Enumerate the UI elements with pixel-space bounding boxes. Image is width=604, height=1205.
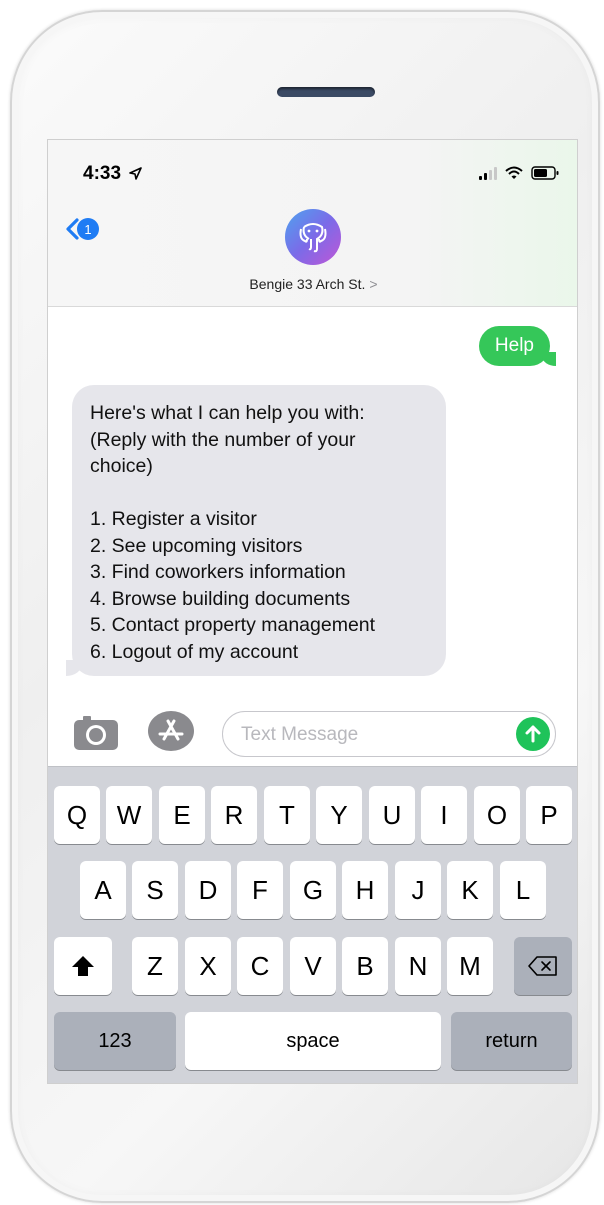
key-r[interactable]: R <box>211 786 257 844</box>
backspace-key[interactable] <box>514 937 572 995</box>
back-button[interactable]: 1 <box>65 218 99 240</box>
camera-icon <box>74 716 118 750</box>
key-o[interactable]: O <box>474 786 520 844</box>
key-a[interactable]: A <box>80 861 126 919</box>
menu-option-1: 1. Register a visitor <box>90 508 257 530</box>
unread-badge: 1 <box>77 218 99 240</box>
key-y[interactable]: Y <box>316 786 362 844</box>
key-l[interactable]: L <box>500 861 546 919</box>
message-input[interactable] <box>241 722 501 748</box>
status-time: 4:33 <box>83 163 143 185</box>
backspace-icon <box>528 956 557 976</box>
phone-speaker <box>277 87 375 97</box>
wifi-icon <box>505 166 523 179</box>
app-store-button[interactable] <box>148 711 194 751</box>
key-u[interactable]: U <box>369 786 415 844</box>
status-icons <box>479 166 559 180</box>
key-k[interactable]: K <box>447 861 493 919</box>
key-b[interactable]: B <box>342 937 388 995</box>
key-h[interactable]: H <box>342 861 388 919</box>
signal-icon <box>479 166 497 180</box>
send-arrow-icon <box>525 725 541 743</box>
outgoing-message[interactable]: Help <box>478 326 557 366</box>
message-text-field[interactable] <box>222 711 556 757</box>
key-m[interactable]: M <box>447 937 493 995</box>
numbers-key[interactable]: 123 <box>54 1012 176 1070</box>
messages-screen: 4:33 1 Bengie 33 Arch St. > Help Here's … <box>47 139 578 1084</box>
keyboard: Q W E R T Y U I O P A S D F G H J K L Z … <box>48 766 577 1083</box>
menu-option-6: 6. Logout of my account <box>90 640 299 663</box>
camera-button[interactable] <box>73 713 119 751</box>
menu-option-5: 5. Contact property management <box>90 614 376 636</box>
space-key[interactable]: space <box>185 1012 441 1070</box>
status-time-text: 4:33 <box>83 163 122 184</box>
key-e[interactable]: E <box>159 786 205 844</box>
message-line: (Reply with the number of your <box>90 428 356 451</box>
key-t[interactable]: T <box>264 786 310 844</box>
app-store-icon <box>158 719 184 741</box>
key-z[interactable]: Z <box>132 937 178 995</box>
menu-option-4: 4. Browse building documents <box>90 587 351 610</box>
conversation-header: 4:33 1 Bengie 33 Arch St. > <box>48 140 577 307</box>
menu-option-3: 3. Find coworkers information <box>90 561 346 583</box>
key-i[interactable]: I <box>421 786 467 844</box>
menu-option-2: 2. See upcoming visitors <box>90 534 303 557</box>
key-w[interactable]: W <box>106 786 152 844</box>
key-v[interactable]: V <box>290 937 336 995</box>
message-line: Here's what I can help you with: <box>90 402 365 424</box>
send-button[interactable] <box>516 717 550 751</box>
contact-name[interactable]: Bengie 33 Arch St. > <box>48 276 577 292</box>
key-x[interactable]: X <box>185 937 231 995</box>
key-j[interactable]: J <box>395 861 441 919</box>
message-line: choice) <box>90 455 153 477</box>
key-d[interactable]: D <box>185 861 231 919</box>
key-q[interactable]: Q <box>54 786 100 844</box>
key-f[interactable]: F <box>237 861 283 919</box>
key-n[interactable]: N <box>395 937 441 995</box>
key-s[interactable]: S <box>132 861 178 919</box>
key-g[interactable]: G <box>290 861 336 919</box>
elephant-logo-icon <box>299 223 327 253</box>
return-key[interactable]: return <box>451 1012 572 1070</box>
key-c[interactable]: C <box>237 937 283 995</box>
contact-avatar[interactable] <box>285 209 341 265</box>
key-p[interactable]: P <box>526 786 572 844</box>
location-arrow-icon <box>129 167 143 180</box>
incoming-message[interactable]: Here's what I can help you with: (Reply … <box>66 385 446 676</box>
shift-icon <box>72 956 94 976</box>
shift-key[interactable] <box>54 937 112 995</box>
chevron-right-icon: > <box>369 276 378 292</box>
battery-icon <box>531 166 559 180</box>
contact-name-text: Bengie 33 Arch St. <box>249 276 366 292</box>
